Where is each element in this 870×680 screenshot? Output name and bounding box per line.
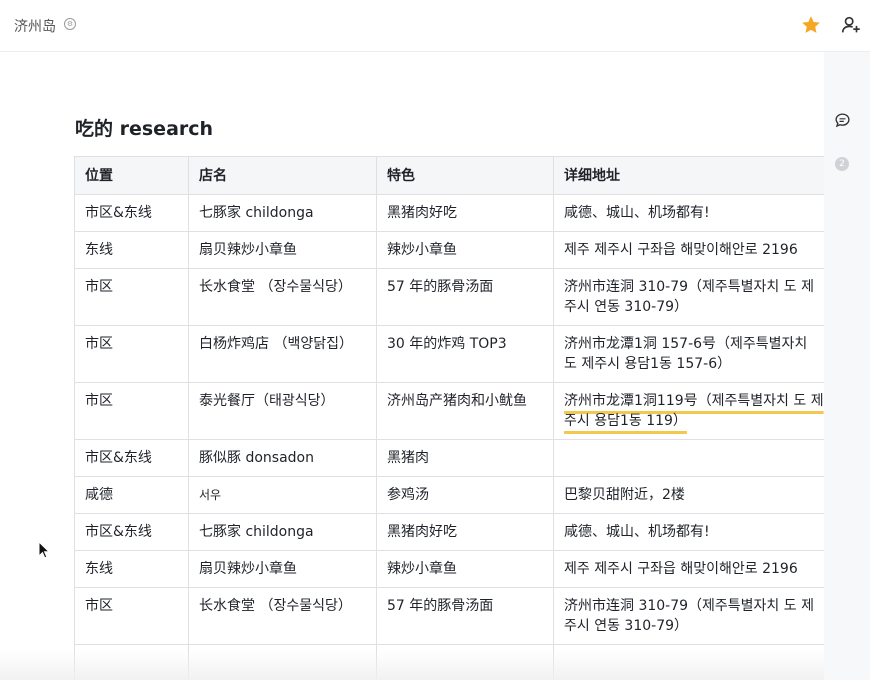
table-cell[interactable]: 57 年的豚骨汤面	[376, 268, 554, 326]
table-cell[interactable]	[553, 439, 824, 477]
table-cell[interactable]: 济州岛产猪肉和小鱿鱼	[376, 382, 554, 440]
page-heading: 吃的 research	[75, 118, 214, 140]
table-cell[interactable]: 市区&东线	[74, 439, 189, 477]
restaurant-table-container: 位置 店名 特色 详细地址 市区&东线 七豚家 childonga 黑猪肉好吃 …	[74, 156, 824, 680]
table-row: 市区&东线 七豚家 childonga 黑猪肉好吃 咸德、城山、机场都有!	[74, 513, 824, 551]
table-row: 市区 泰光餐厅（태광식당） 济州岛产猪肉和小鱿鱼 济州市龙潭1洞119号（제주특…	[74, 382, 824, 440]
table-cell[interactable]: 济州市连洞 310-79（제주특별자치 도 제주시 연동 310-79）	[553, 587, 824, 645]
table-cell[interactable]: 咸德	[74, 476, 189, 514]
star-icon[interactable]	[800, 14, 822, 36]
column-header[interactable]: 详细地址	[553, 156, 824, 195]
table-cell[interactable]: 济州市龙潭1洞 157-6号（제주특별자치 도 제주시 용담1동 157-6）	[553, 325, 824, 383]
table-cell[interactable]: 咸德、城山、机场都有!	[553, 194, 824, 232]
table-cell[interactable]: 제주 제주시 구좌읍 해맞이해안로 2196	[553, 231, 824, 269]
table-cell[interactable]: 济州市连洞 310-79（제주특별자치 도 제주시 연동 310-79）	[553, 268, 824, 326]
table-cell[interactable]: 扇贝辣炒小章鱼	[188, 231, 377, 269]
table-row: 东线 扇贝辣炒小章鱼 辣炒小章鱼 제주 제주시 구좌읍 해맞이해안로 2196	[74, 550, 824, 588]
table-cell[interactable]: 七豚家 childonga	[188, 513, 377, 551]
table-cell[interactable]: 57 年的豚骨汤面	[376, 587, 554, 645]
table-cell[interactable]: 长水食堂 （장수물식당）	[188, 268, 377, 326]
table-header-row: 位置 店名 特色 详细地址	[74, 156, 824, 195]
table-cell[interactable]: 市区	[74, 268, 189, 326]
mouse-cursor-icon	[38, 541, 50, 559]
restaurant-table: 位置 店名 特色 详细地址 市区&东线 七豚家 childonga 黑猪肉好吃 …	[74, 156, 824, 680]
table-cell[interactable]: 巴黎贝甜附近，2楼	[553, 476, 824, 514]
table-cell[interactable]: 黑猪肉	[376, 439, 554, 477]
comment-icon[interactable]	[834, 112, 851, 129]
table-row: 市区 白杨炸鸡店 （백양닭집） 30 年的炸鸡 TOP3 济州市龙潭1洞 157…	[74, 325, 824, 383]
table-cell[interactable]: 咸德、城山、机场都有!	[553, 513, 824, 551]
table-row: 市区 长水食堂 （장수물식당） 57 年的豚骨汤面 济州市连洞 310-79（제…	[74, 268, 824, 326]
table-cell[interactable]: 제주 제주시 구좌읍 해맞이해안로 2196	[553, 550, 824, 588]
table-cell[interactable]: 黑猪肉好吃	[376, 513, 554, 551]
table-cell[interactable]: 东线	[74, 231, 189, 269]
table-cell[interactable]: 市区&东线	[74, 194, 189, 232]
table-cell[interactable]: 30 年的炸鸡 TOP3	[376, 325, 554, 383]
settings-icon[interactable]: ⚙	[64, 18, 76, 30]
column-header[interactable]: 特色	[376, 156, 554, 195]
comment-count-badge[interactable]: 2	[835, 157, 849, 171]
table-cell[interactable]: 서우	[188, 476, 377, 514]
table-row: 市区&东线 七豚家 childonga 黑猪肉好吃 咸德、城山、机场都有!	[74, 194, 824, 232]
table-cell[interactable]: 白杨炸鸡店 （백양닭집）	[188, 325, 377, 383]
table-row: 东线 扇贝辣炒小章鱼 辣炒小章鱼 제주 제주시 구좌읍 해맞이해안로 2196	[74, 231, 824, 269]
table-cell[interactable]: 辣炒小章鱼	[376, 550, 554, 588]
table-cell[interactable]: 扇贝辣炒小章鱼	[188, 550, 377, 588]
table-cell[interactable]: 辣炒小章鱼	[376, 231, 554, 269]
bottom-fade	[0, 650, 824, 680]
table-cell[interactable]: 长水食堂 （장수물식당）	[188, 587, 377, 645]
highlighted-address[interactable]: 济州市龙潭1洞119号（제주특별자치 도 제주시 용담1동 119）	[564, 393, 824, 429]
table-cell[interactable]: 济州市龙潭1洞119号（제주특별자치 도 제주시 용담1동 119）	[553, 382, 824, 440]
column-header[interactable]: 位置	[74, 156, 189, 195]
table-cell[interactable]: 市区	[74, 587, 189, 645]
table-cell[interactable]: 豚似豚 donsadon	[188, 439, 377, 477]
table-cell[interactable]: 泰光餐厅（태광식당）	[188, 382, 377, 440]
add-user-icon[interactable]	[840, 14, 862, 36]
table-cell[interactable]: 七豚家 childonga	[188, 194, 377, 232]
table-cell[interactable]: 参鸡汤	[376, 476, 554, 514]
table-cell[interactable]: 东线	[74, 550, 189, 588]
table-cell[interactable]: 市区	[74, 382, 189, 440]
document-title[interactable]: 济州岛	[14, 16, 56, 36]
table-row: 市区&东线 豚似豚 donsadon 黑猪肉	[74, 439, 824, 477]
document-header: 济州岛 ⚙	[0, 0, 870, 52]
comment-rail	[824, 52, 870, 680]
table-row: 咸德 서우 参鸡汤 巴黎贝甜附近，2楼	[74, 476, 824, 514]
column-header[interactable]: 店名	[188, 156, 377, 195]
table-cell[interactable]: 市区	[74, 325, 189, 383]
table-row: 市区 长水食堂 （장수물식당） 57 年的豚骨汤面 济州市连洞 310-79（제…	[74, 587, 824, 645]
table-cell[interactable]: 市区&东线	[74, 513, 189, 551]
table-cell[interactable]: 黑猪肉好吃	[376, 194, 554, 232]
